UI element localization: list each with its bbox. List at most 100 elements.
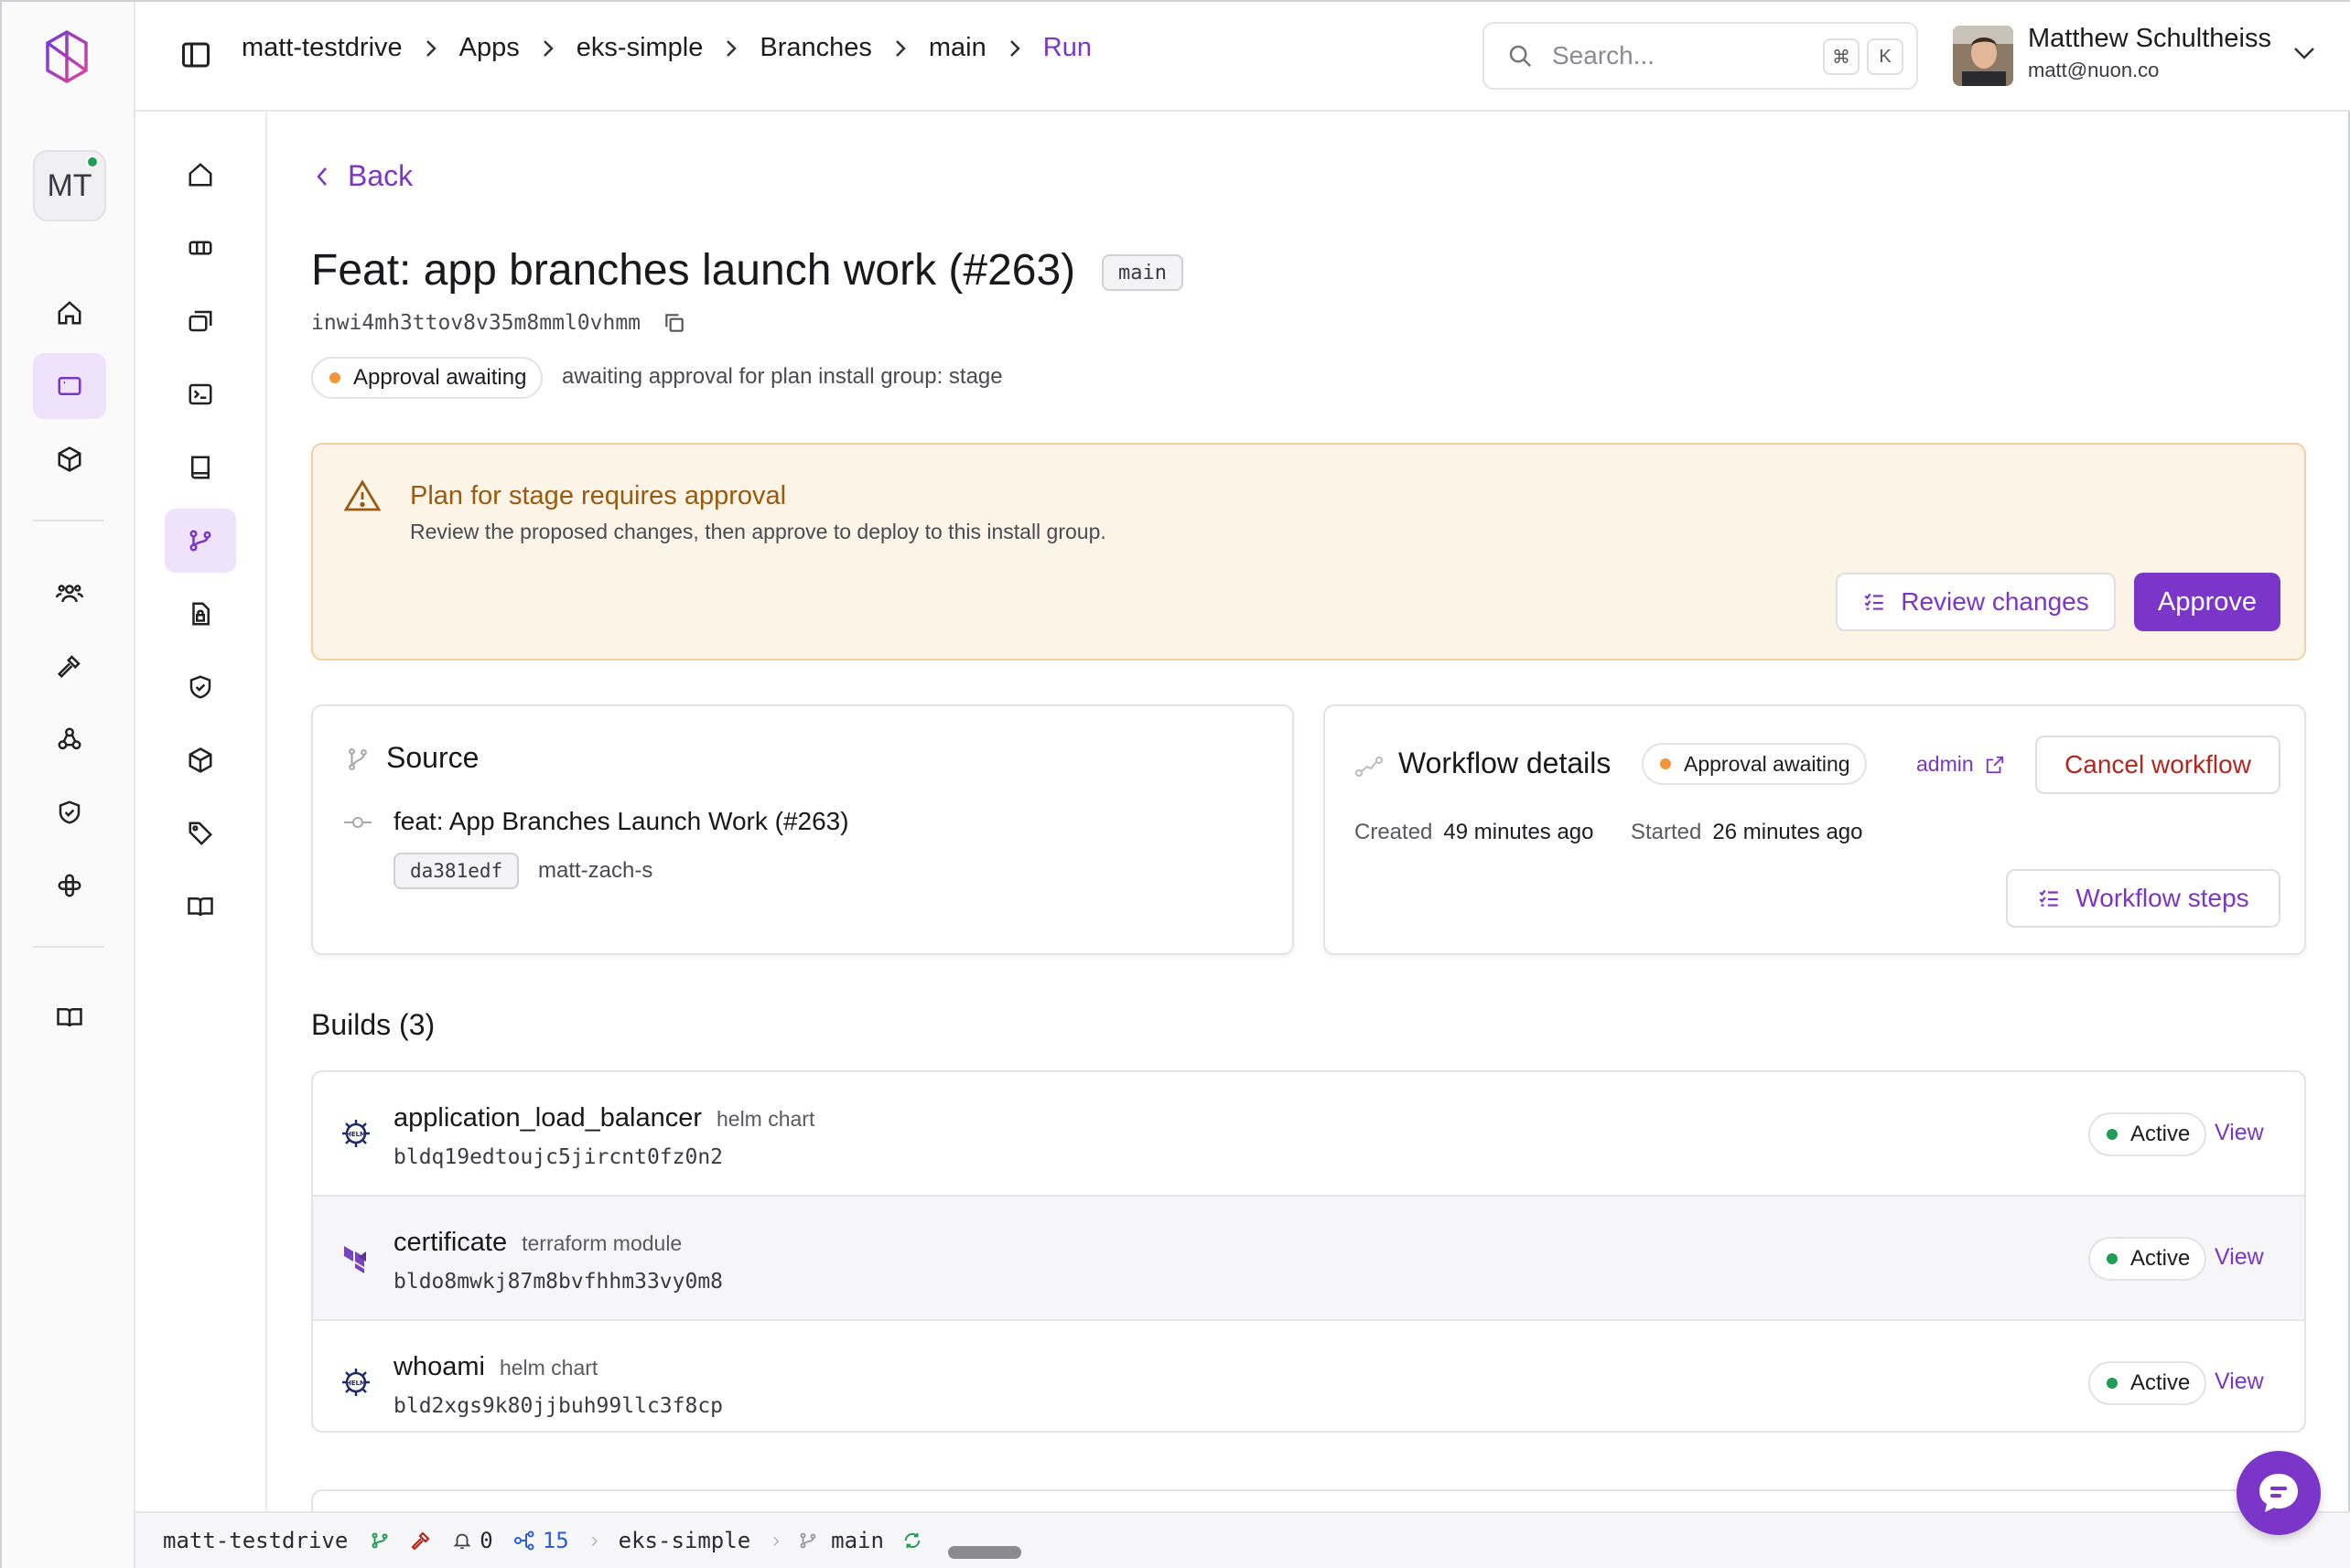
subnav-actions[interactable] [165, 362, 236, 426]
build-status-label: Active [2130, 1246, 2191, 1271]
subnav-readme[interactable] [165, 435, 236, 499]
subnav-installs[interactable] [165, 289, 236, 353]
user-avatar[interactable] [1953, 26, 2013, 86]
approval-banner: Plan for stage requires approval Review … [311, 443, 2306, 660]
breadcrumb-branch[interactable]: main [929, 33, 986, 63]
commit-sha-badge[interactable]: da381edf [393, 853, 520, 889]
build-name: whoami helm chart [393, 1352, 598, 1382]
top-bar: matt-testdrive Apps eks-simple Branches … [135, 2, 2350, 112]
workflow-status-label: Approval awaiting [1684, 751, 1850, 776]
build-row[interactable]: certificate terraform module bldo8mwkj87m… [313, 1197, 2304, 1321]
statusbar-org[interactable]: matt-testdrive [163, 1528, 348, 1553]
rail-policies[interactable] [33, 779, 106, 845]
search-icon [1509, 45, 1532, 68]
shield-check-icon [189, 675, 211, 699]
build-type: terraform module [522, 1231, 683, 1255]
breadcrumb-org[interactable]: matt-testdrive [242, 33, 403, 63]
chat-support-button[interactable] [2237, 1451, 2321, 1535]
build-view-link[interactable]: View [2215, 1244, 2264, 1271]
subnav-secrets[interactable] [165, 582, 236, 646]
chevron-right-icon [727, 39, 738, 57]
scrollbar-handle[interactable] [948, 1546, 1021, 1559]
build-view-link[interactable]: View [2215, 1120, 2264, 1146]
subnav-branches[interactable] [165, 509, 236, 573]
build-status-badge: Active [2088, 1361, 2207, 1405]
copy-icon[interactable] [663, 311, 686, 335]
rail-webhooks[interactable] [33, 706, 106, 772]
approval-description: Review the proposed changes, then approv… [410, 520, 1106, 543]
notifications-indicator[interactable]: 0 [452, 1528, 493, 1553]
git-branch-icon [189, 530, 211, 552]
subnav-overview[interactable] [165, 143, 236, 207]
tag-icon [189, 822, 213, 846]
review-changes-label: Review changes [1901, 587, 2089, 616]
subnav-components[interactable] [165, 216, 236, 280]
home-icon [58, 301, 81, 325]
cancel-workflow-button[interactable]: Cancel workflow [2035, 736, 2280, 794]
approve-button[interactable]: Approve [2134, 573, 2280, 631]
user-name: Matthew Schultheiss [2028, 24, 2271, 53]
git-branch-icon [349, 747, 367, 771]
breadcrumb-app[interactable]: eks-simple [577, 33, 704, 63]
chevron-right-icon [426, 39, 437, 57]
build-type: helm chart [499, 1356, 598, 1380]
rail-apps[interactable] [33, 353, 106, 419]
search-input[interactable]: Search... ⌘ K [1482, 22, 1918, 90]
chevron-right-icon [543, 39, 554, 57]
status-dot [329, 372, 340, 383]
build-row[interactable]: HELM whoami helm chart bld2xgs9k80jjbuh99… [313, 1321, 2304, 1431]
workflow-created: Created 49 minutes ago [1354, 820, 1594, 845]
file-lock-icon [192, 602, 210, 626]
breadcrumb-branches[interactable]: Branches [760, 33, 872, 63]
rail-divider [33, 520, 104, 521]
components-icon [189, 241, 212, 255]
breadcrumb-apps[interactable]: Apps [459, 33, 520, 63]
status-dot [2107, 1378, 2118, 1389]
org-initials: MT [47, 167, 92, 203]
rail-docs[interactable] [33, 984, 106, 1050]
rail-integrations[interactable] [33, 853, 106, 918]
workflow-started: Started 26 minutes ago [1631, 820, 1863, 845]
notifications-count: 0 [480, 1528, 493, 1553]
sidebar-toggle-icon[interactable] [179, 38, 212, 71]
chevron-right-icon [1009, 39, 1020, 57]
approval-title: Plan for stage requires approval [410, 481, 787, 510]
book-open-icon [57, 1008, 82, 1027]
chevron-left-icon [317, 166, 327, 186]
workflow-icon [1355, 757, 1383, 777]
statusbar-branch[interactable]: main [831, 1528, 884, 1553]
nuon-logo-icon[interactable] [44, 29, 90, 84]
org-avatar[interactable]: MT [33, 150, 106, 221]
stack-icon [189, 310, 212, 332]
users-icon [56, 585, 83, 603]
terminal-icon [189, 383, 212, 405]
review-changes-button[interactable]: Review changes [1836, 573, 2116, 631]
deploys-indicator[interactable]: 15 [513, 1528, 569, 1553]
workflow-steps-button[interactable]: Workflow steps [2006, 869, 2280, 928]
chevron-down-icon[interactable] [2291, 44, 2317, 62]
rail-divider [33, 946, 104, 948]
rail-team[interactable] [33, 560, 106, 626]
back-link[interactable]: Back [315, 159, 413, 193]
bell-icon [453, 1533, 471, 1550]
admin-link[interactable]: admin [1916, 752, 2005, 777]
book-icon [191, 456, 210, 479]
rail-home[interactable] [33, 280, 106, 346]
subnav-policies[interactable] [165, 655, 236, 719]
chat-bubble-icon [2259, 1474, 2298, 1512]
subnav-sandbox[interactable] [165, 728, 236, 792]
hammer-icon[interactable] [410, 1530, 432, 1552]
rail-installs[interactable] [33, 426, 106, 492]
subnav-tags[interactable] [165, 801, 236, 865]
home-icon [189, 163, 212, 187]
build-row[interactable]: HELM application_load_balancer helm chart… [313, 1072, 2304, 1197]
workflow-details-card: Workflow details Approval awaiting admin… [1323, 704, 2306, 955]
sync-icon[interactable] [902, 1530, 922, 1551]
status-dot [2107, 1129, 2118, 1140]
rail-builds[interactable] [33, 633, 106, 699]
build-view-link[interactable]: View [2215, 1369, 2264, 1395]
build-name: certificate terraform module [393, 1228, 682, 1258]
source-title: Source [386, 741, 480, 774]
statusbar-app[interactable]: eks-simple [619, 1528, 751, 1553]
subnav-docs[interactable] [165, 875, 236, 939]
